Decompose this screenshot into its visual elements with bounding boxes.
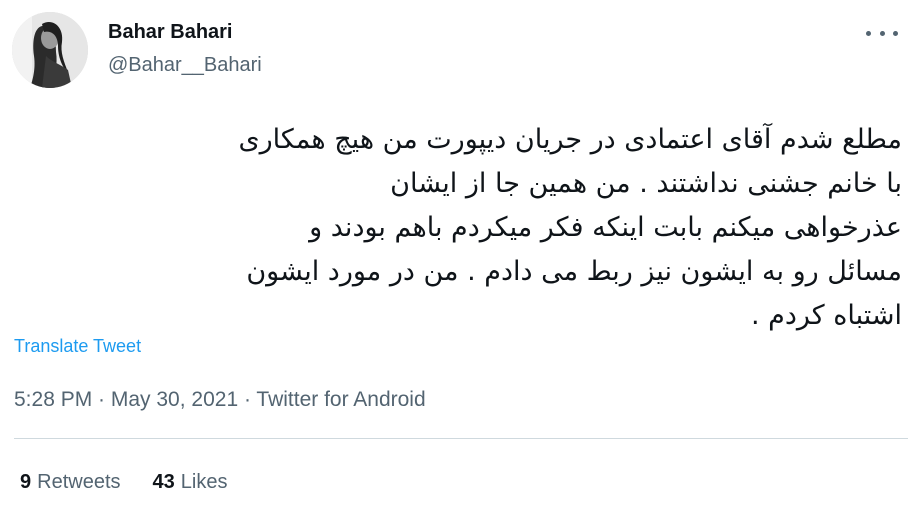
author-handle[interactable]: @Bahar__Bahari [108,54,262,77]
retweets-count: 9 [20,471,32,493]
tweet-stats: 9 Retweets 43 Likes [20,471,227,494]
avatar[interactable] [12,12,88,88]
tweet-card: Bahar Bahari @Bahar__Bahari مطلع شدم آقا… [0,0,921,521]
translate-tweet-link[interactable]: Translate Tweet [14,336,141,357]
likes-count: 43 [152,471,175,493]
dot [879,30,885,36]
profile-photo-icon [12,12,88,88]
dot [893,30,898,36]
retweets-stat[interactable]: 9 Retweets [20,471,121,494]
likes-label: Likes [180,471,228,493]
author-name[interactable]: Bahar Bahari [108,21,233,44]
more-dots-icon[interactable] [866,28,898,38]
retweets-label: Retweets [37,471,121,493]
likes-stat[interactable]: 43 Likes [153,471,228,494]
dot [866,30,871,36]
divider [14,438,908,439]
tweet-text: مطلع شدم آقای اعتمادی در جریان دیپورت من… [238,124,903,331]
tweet-timestamp[interactable]: 5:28 PM · May 30, 2021 · Twitter for And… [14,388,426,412]
